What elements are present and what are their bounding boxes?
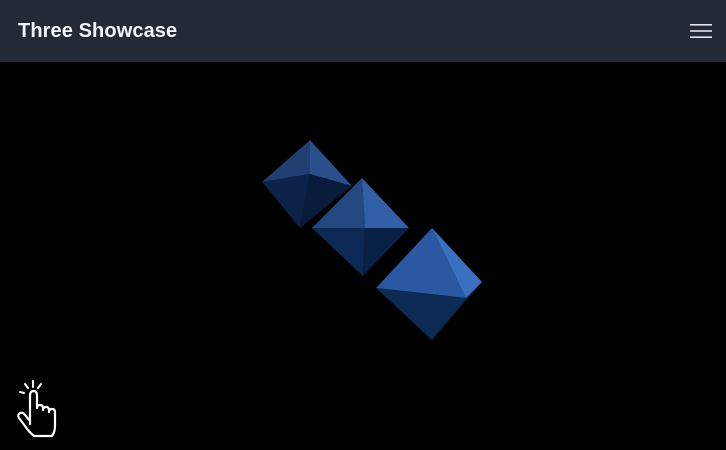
menu-toggle-button[interactable]: [688, 18, 714, 44]
navbar: Three Showcase: [0, 0, 726, 62]
tap-hand-icon: [12, 378, 62, 440]
three-canvas[interactable]: [0, 62, 726, 450]
scene-svg: [262, 140, 482, 340]
hamburger-menu-icon: [690, 24, 712, 38]
brand-title[interactable]: Three Showcase: [18, 20, 177, 43]
